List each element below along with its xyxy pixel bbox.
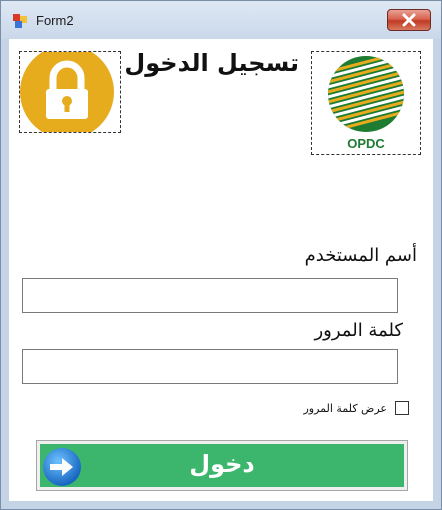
logo-picture-box: OPDC bbox=[311, 51, 421, 155]
logo-caption: OPDC bbox=[347, 136, 385, 151]
username-input[interactable] bbox=[22, 278, 398, 313]
username-label: أسم المستخدم bbox=[304, 245, 417, 266]
login-button-face[interactable]: دخول bbox=[40, 444, 404, 487]
lock-picture-box bbox=[19, 51, 121, 133]
login-button-label[interactable]: دخول bbox=[40, 450, 404, 478]
logo-icon: OPDC bbox=[328, 56, 404, 151]
show-password-label[interactable]: عرض كلمة المرور bbox=[303, 402, 387, 415]
window: Form2 تسجيل الدخول OPDC أسم المستخدم كلم… bbox=[0, 0, 442, 510]
title-bar[interactable]: Form2 bbox=[1, 1, 441, 39]
page-title: تسجيل الدخول bbox=[124, 49, 299, 77]
password-label: كلمة المرور bbox=[314, 320, 403, 341]
lock-icon bbox=[20, 52, 114, 132]
login-button[interactable]: دخول bbox=[36, 440, 408, 491]
window-title: Form2 bbox=[36, 13, 74, 28]
password-input[interactable] bbox=[22, 349, 398, 384]
form-client-area: تسجيل الدخول OPDC أسم المستخدم كلمة المر… bbox=[9, 39, 433, 501]
close-button[interactable] bbox=[387, 9, 431, 31]
app-icon bbox=[13, 14, 27, 28]
show-password-checkbox[interactable] bbox=[395, 401, 409, 415]
close-icon bbox=[402, 13, 416, 27]
